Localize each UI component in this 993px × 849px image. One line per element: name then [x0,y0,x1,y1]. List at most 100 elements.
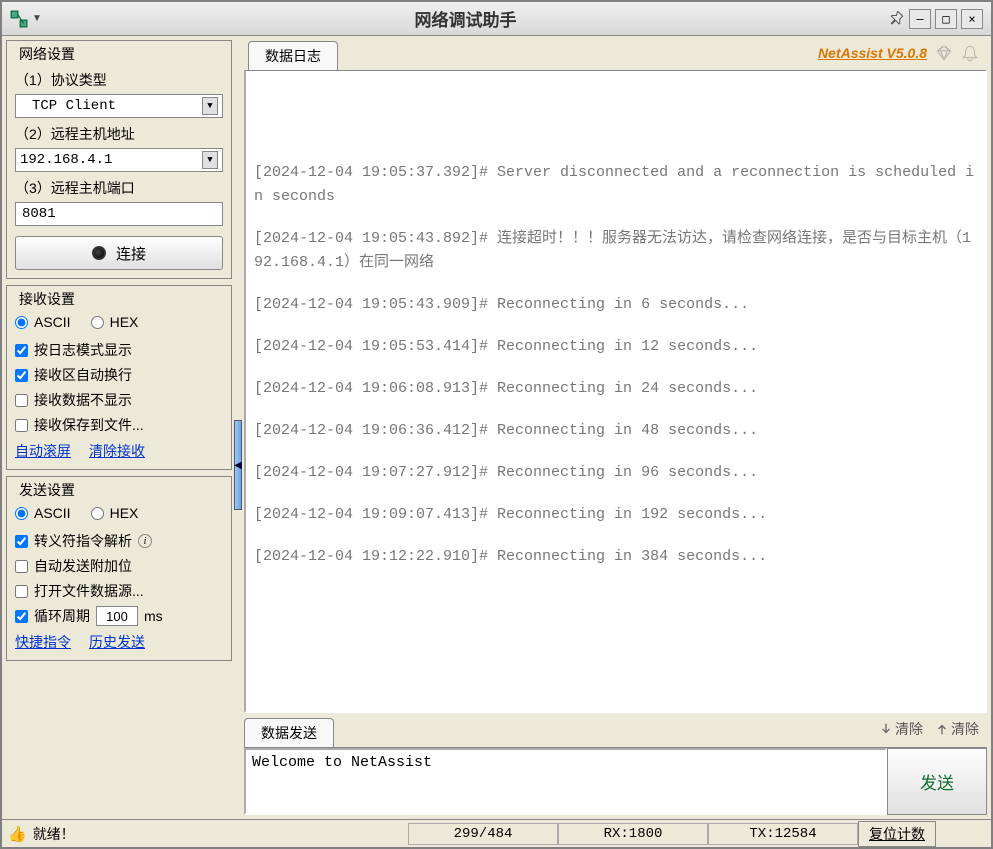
thumb-icon: 👍 [8,825,27,843]
connect-status-icon [92,246,106,260]
send-ascii-radio[interactable] [15,507,28,520]
connect-button[interactable]: 连接 [15,236,223,270]
send-hex-radio[interactable] [91,507,104,520]
app-window: ▼ 网络调试助手 — □ × 网络设置 （1）协议类型 TCP Client ▼… [0,0,993,849]
clear-action-2[interactable]: 清除 [935,719,979,739]
loop-unit: ms [144,608,163,624]
log-line: [2024-12-04 19:05:43.892]# 连接超时！！！服务器无法访… [254,227,977,275]
protocol-select[interactable]: TCP Client ▼ [15,94,223,118]
send-legend: 发送设置 [15,480,79,500]
statusbar: 👍 就绪！ 299/484 RX:1800 TX:12584 复位计数 [2,819,991,847]
protocol-label: （1）协议类型 [15,70,223,90]
titlebar-dropdown-icon[interactable]: ▼ [32,13,42,24]
send-button[interactable]: 发送 [887,748,987,815]
port-label: （3）远程主机端口 [15,178,223,198]
status-counts: 299/484 [408,823,558,845]
send-escape-check[interactable] [15,535,28,548]
recv-logmode-check[interactable] [15,344,28,357]
recv-ascii-label[interactable]: ASCII [34,314,71,330]
status-left: 👍 就绪！ [8,824,408,844]
port-input[interactable] [15,202,223,226]
recv-ascii-radio[interactable] [15,316,28,329]
send-openfile-label[interactable]: 打开文件数据源... [34,581,144,601]
titlebar[interactable]: ▼ 网络调试助手 — □ × [2,2,991,36]
network-settings-group: 网络设置 （1）协议类型 TCP Client ▼ （2）远程主机地址 192.… [6,40,232,279]
log-line: [2024-12-04 19:05:37.392]# Server discon… [254,161,977,209]
maximize-button[interactable]: □ [935,9,957,29]
send-escape-label[interactable]: 转义符指令解析 [34,531,132,551]
window-title: 网络调试助手 [42,6,889,31]
recv-autowrap-label[interactable]: 接收区自动换行 [34,365,132,385]
reset-counter-button[interactable]: 复位计数 [858,821,936,847]
recv-autowrap-check[interactable] [15,369,28,382]
log-line: [2024-12-04 19:12:22.910]# Reconnecting … [254,545,977,569]
log-textarea[interactable]: [2024-12-04 19:05:37.392]# Server discon… [244,70,987,713]
status-tx: TX:12584 [708,823,858,845]
recv-settings-group: 接收设置 ASCII HEX 按日志模式显示 接收区自动换行 接收数据不显示 接… [6,285,232,470]
splitter-handle-icon[interactable]: ◀ [234,420,242,510]
send-actions: 清除 清除 [879,719,979,739]
clear-label-1: 清除 [895,719,923,739]
version-link[interactable]: NetAssist V5.0.8 [818,45,927,61]
right-panel: 数据日志 NetAssist V5.0.8 [2024-12-04 19:05:… [244,40,987,815]
auto-scroll-link[interactable]: 自动滚屏 [15,441,71,461]
send-openfile-check[interactable] [15,585,28,598]
send-loop-label[interactable]: 循环周期 [34,606,90,626]
log-tab-header: 数据日志 NetAssist V5.0.8 [244,40,987,70]
version-area: NetAssist V5.0.8 [818,44,979,62]
recv-hex-label[interactable]: HEX [110,314,139,330]
host-value: 192.168.4.1 [20,152,112,168]
protocol-value: TCP Client [20,98,116,114]
pin-icon[interactable] [889,11,905,27]
splitter[interactable]: ◀ [234,40,244,815]
send-ascii-label[interactable]: ASCII [34,505,71,521]
send-tab[interactable]: 数据发送 [244,718,334,747]
recv-save-label[interactable]: 接收保存到文件... [34,415,144,435]
connect-label: 连接 [116,243,146,264]
status-ready: 就绪！ [33,824,75,844]
arrow-up-icon [935,722,949,736]
bell-icon[interactable] [961,44,979,62]
send-append-check[interactable] [15,560,28,573]
clear-action-1[interactable]: 清除 [879,719,923,739]
info-icon[interactable]: i [138,534,152,548]
minimize-button[interactable]: — [909,9,931,29]
chevron-down-icon: ▼ [202,97,218,115]
send-body: 发送 [244,747,987,815]
log-tab[interactable]: 数据日志 [248,41,338,70]
recv-legend: 接收设置 [15,289,79,309]
arrow-down-icon [879,722,893,736]
recv-hex-radio[interactable] [91,316,104,329]
left-panel: 网络设置 （1）协议类型 TCP Client ▼ （2）远程主机地址 192.… [6,40,234,815]
log-line: [2024-12-04 19:09:07.413]# Reconnecting … [254,503,977,527]
clear-label-2: 清除 [951,719,979,739]
send-hex-label[interactable]: HEX [110,505,139,521]
window-body: 网络设置 （1）协议类型 TCP Client ▼ （2）远程主机地址 192.… [2,36,991,819]
send-append-label[interactable]: 自动发送附加位 [34,556,132,576]
loop-period-input[interactable] [96,606,138,626]
chevron-down-icon: ▼ [202,151,218,169]
recv-save-check[interactable] [15,419,28,432]
host-select[interactable]: 192.168.4.1 ▼ [15,148,223,172]
network-legend: 网络设置 [15,44,79,64]
close-button[interactable]: × [961,9,983,29]
log-line: [2024-12-04 19:05:53.414]# Reconnecting … [254,335,977,359]
host-label: （2）远程主机地址 [15,124,223,144]
clear-recv-link[interactable]: 清除接收 [89,441,145,461]
recv-hide-label[interactable]: 接收数据不显示 [34,390,132,410]
history-link[interactable]: 历史发送 [89,632,145,652]
shortcut-link[interactable]: 快捷指令 [15,632,71,652]
log-line: [2024-12-04 19:06:36.412]# Reconnecting … [254,419,977,443]
status-rx: RX:1800 [558,823,708,845]
titlebar-controls: — □ × [889,9,983,29]
recv-logmode-label[interactable]: 按日志模式显示 [34,340,132,360]
log-line: [2024-12-04 19:07:27.912]# Reconnecting … [254,461,977,485]
diamond-icon[interactable] [935,44,953,62]
send-textarea[interactable] [244,748,887,815]
log-line: [2024-12-04 19:05:43.909]# Reconnecting … [254,293,977,317]
log-line: [2024-12-04 19:06:08.913]# Reconnecting … [254,377,977,401]
send-settings-group: 发送设置 ASCII HEX 转义符指令解析 i 自动发送附加位 打开文件数据源.… [6,476,232,661]
app-icon [10,10,28,28]
recv-hide-check[interactable] [15,394,28,407]
send-loop-check[interactable] [15,610,28,623]
